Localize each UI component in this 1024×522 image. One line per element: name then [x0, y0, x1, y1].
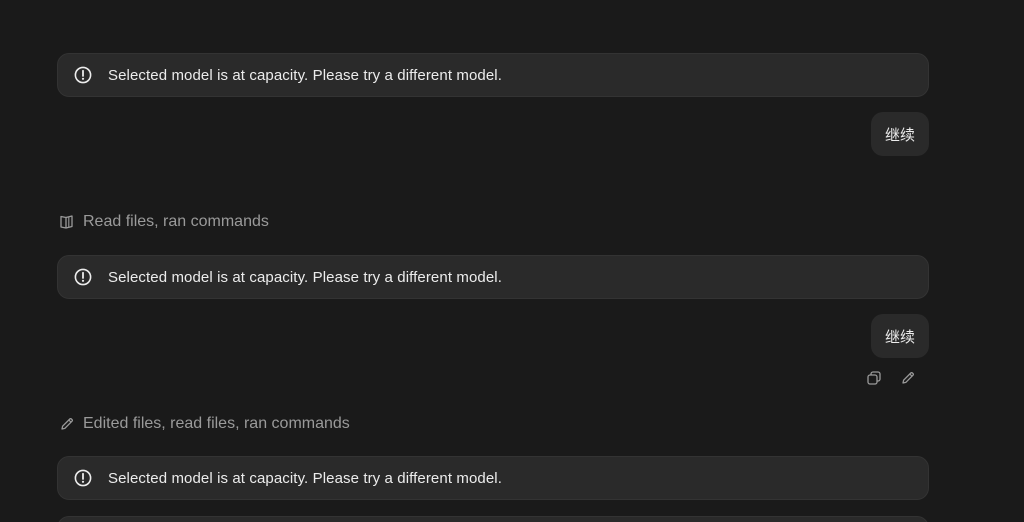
copy-button[interactable] [864, 368, 884, 388]
activity-summary[interactable]: Edited files, read files, ran commands [58, 415, 350, 433]
message-actions [864, 368, 918, 388]
error-banner: Selected model is at capacity. Please tr… [57, 456, 929, 500]
copy-icon [867, 371, 881, 385]
next-message-partial [57, 516, 929, 522]
alert-circle-icon [73, 468, 93, 488]
alert-circle-icon [73, 65, 93, 85]
error-banner: Selected model is at capacity. Please tr… [57, 53, 929, 97]
error-message: Selected model is at capacity. Please tr… [108, 66, 502, 84]
error-message: Selected model is at capacity. Please tr… [108, 268, 502, 286]
user-message-bubble: 继续 [870, 112, 929, 156]
activity-label: Read files, ran commands [83, 213, 269, 230]
activity-label: Edited files, read files, ran commands [83, 415, 350, 432]
pencil-icon [58, 415, 76, 433]
user-message-bubble: 继续 [870, 314, 929, 358]
book-open-icon [58, 213, 76, 231]
error-banner: Selected model is at capacity. Please tr… [57, 255, 929, 299]
activity-summary[interactable]: Read files, ran commands [58, 213, 269, 231]
error-message: Selected model is at capacity. Please tr… [108, 469, 502, 487]
edit-button[interactable] [898, 368, 918, 388]
chat-thread: Selected model is at capacity. Please tr… [0, 0, 1024, 522]
pencil-icon [902, 371, 915, 384]
alert-circle-icon [73, 267, 93, 287]
